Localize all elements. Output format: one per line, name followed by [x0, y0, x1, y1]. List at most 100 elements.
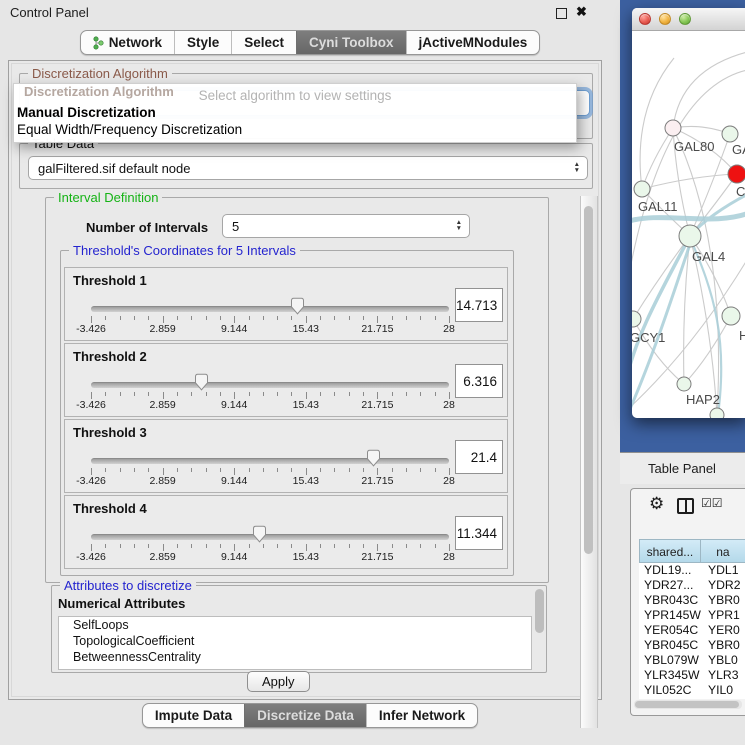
network-node-h[interactable] — [722, 307, 740, 325]
tick-mark — [334, 468, 335, 472]
popup-item-manual-discretization[interactable]: Manual Discretization — [17, 105, 156, 120]
tab-discretize-data[interactable]: Discretize Data — [244, 704, 366, 727]
number-of-intervals-combobox[interactable]: 5 ▲ ▼ — [222, 214, 470, 238]
numerical-attributes-list[interactable]: SelfLoopsTopologicalCoefficientBetweenne… — [58, 616, 532, 670]
table-data-combobox[interactable]: galFiltered.sif default node ▲ ▼ — [28, 156, 588, 180]
content-vertical-scrollbar[interactable] — [580, 196, 598, 728]
node-label-hap2: HAP2 — [686, 392, 720, 407]
float-icon[interactable] — [556, 8, 567, 19]
tick-mark — [277, 316, 278, 320]
tick-mark — [406, 316, 407, 320]
tick-mark — [435, 316, 436, 320]
gear-icon[interactable]: ⚙ — [649, 494, 664, 514]
table-header-row: shared... na — [639, 539, 745, 563]
tick-mark — [249, 544, 250, 548]
spinner-arrows-icon[interactable]: ▲ ▼ — [574, 162, 580, 174]
tab-label: Infer Network — [379, 708, 465, 723]
slider-thumb[interactable] — [290, 297, 305, 315]
table-row[interactable]: YPR145WYPR1 — [639, 608, 745, 623]
tab-select[interactable]: Select — [231, 31, 296, 54]
tick-mark — [392, 316, 393, 320]
network-node-gal11[interactable] — [634, 181, 650, 197]
tick-mark — [449, 392, 450, 399]
slider-track[interactable] — [91, 306, 449, 312]
close-traffic-light-icon[interactable] — [639, 13, 651, 25]
network-node[interactable] — [710, 408, 724, 418]
apply-button[interactable]: Apply — [247, 671, 310, 692]
tick-mark — [420, 392, 421, 396]
threshold-value-field[interactable]: 21.4 — [455, 440, 503, 474]
node-label-ga: GA — [732, 142, 745, 157]
slider-track[interactable] — [91, 534, 449, 540]
tick-mark — [206, 392, 207, 396]
tick-label: 28 — [443, 399, 455, 411]
minimize-traffic-light-icon[interactable] — [659, 13, 671, 25]
column-header-shared-name[interactable]: shared... — [639, 539, 701, 563]
attribute-item-topologicalcoefficient[interactable]: TopologicalCoefficient — [59, 633, 531, 649]
table-row[interactable]: YLR345WYLR3 — [639, 668, 745, 683]
network-node-hap2[interactable] — [677, 377, 691, 391]
select-columns-icons[interactable]: ☑☑ — [701, 496, 723, 510]
content-scrollbar-thumb[interactable] — [584, 206, 593, 554]
network-node-gal80[interactable] — [665, 120, 681, 136]
close-icon[interactable]: ✖ — [576, 4, 587, 20]
table-row[interactable]: YBR043CYBR0 — [639, 593, 745, 608]
table-row[interactable]: YIL052CYIL0 — [639, 683, 745, 698]
tab-style[interactable]: Style — [174, 31, 231, 54]
threshold-value-field[interactable]: 6.316 — [455, 364, 503, 398]
attribute-item-betweennesscentrality[interactable]: BetweennessCentrality — [59, 649, 531, 665]
table-row[interactable]: YDL19...YDL1 — [639, 563, 745, 578]
slider-track[interactable] — [91, 458, 449, 464]
interval-definition-title: Interval Definition — [54, 190, 162, 205]
tick-label: 28 — [443, 323, 455, 335]
tab-impute-data[interactable]: Impute Data — [143, 704, 244, 727]
number-of-intervals-value: 5 — [232, 219, 239, 234]
table-data-combobox-value: galFiltered.sif default node — [38, 161, 190, 176]
network-node-ga[interactable] — [722, 126, 738, 142]
tab-infer-network[interactable]: Infer Network — [366, 704, 477, 727]
network-icon — [93, 36, 104, 50]
threshold-value-field[interactable]: 14.713 — [455, 288, 503, 322]
network-node-gcy1[interactable] — [632, 311, 641, 327]
popup-item-equal-width-frequency[interactable]: Equal Width/Frequency Discretization — [17, 122, 242, 137]
thresholds-group-title: Threshold's Coordinates for 5 Intervals — [69, 243, 300, 258]
tab-jactivemnodules[interactable]: jActiveMNodules — [406, 31, 540, 54]
attribute-item-selfloops[interactable]: SelfLoops — [59, 617, 531, 633]
table-row[interactable]: YDR27...YDR2 — [639, 578, 745, 593]
network-node-c[interactable] — [728, 165, 745, 183]
network-canvas[interactable]: GAL80GACGAL11GAL4GCY1HHAP2 — [632, 30, 745, 418]
tab-network[interactable]: Network — [81, 31, 174, 54]
node-table: shared... na YDL19...YDL1YDR27...YDR2YBR… — [639, 539, 745, 699]
spinner-arrows-icon[interactable]: ▲ ▼ — [456, 220, 462, 232]
network-window[interactable]: GAL80GACGAL11GAL4GCY1HHAP2 — [632, 8, 745, 418]
tick-mark — [334, 544, 335, 548]
slider-thumb[interactable] — [366, 449, 381, 467]
table-row[interactable]: YER054CYER0 — [639, 623, 745, 638]
attributes-list-scrollbar-thumb[interactable] — [535, 589, 544, 633]
tick-mark — [435, 392, 436, 396]
tick-mark — [220, 392, 221, 396]
popup-placeholder-item[interactable]: Select algorithm to view settings — [14, 88, 576, 103]
table-row[interactable]: YBR045CYBR0 — [639, 638, 745, 653]
slider-thumb[interactable] — [194, 373, 209, 391]
threshold-value-field[interactable]: 11.344 — [455, 516, 503, 550]
zoom-traffic-light-icon[interactable] — [679, 13, 691, 25]
table-panel-title: Table Panel — [648, 461, 716, 476]
column-layout-icon[interactable] — [677, 498, 694, 514]
threshold-row-threshold-1: Threshold 1-3.4262.8599.14415.4321.71528… — [64, 267, 508, 341]
attributes-list-scrollbar[interactable] — [534, 588, 545, 636]
tick-mark — [91, 468, 92, 475]
tick-label: 15.43 — [293, 475, 319, 487]
column-header-name[interactable]: na — [701, 539, 745, 563]
tick-mark — [163, 316, 164, 323]
table-horizontal-scrollbar[interactable] — [634, 700, 742, 709]
slider-track[interactable] — [91, 382, 449, 388]
table-row[interactable]: YBL079WYBL0 — [639, 653, 745, 668]
table-scrollbar-thumb[interactable] — [635, 701, 739, 708]
tick-mark — [291, 468, 292, 472]
slider-thumb[interactable] — [252, 525, 267, 543]
tab-cyni-toolbox[interactable]: Cyni Toolbox — [296, 31, 406, 54]
table-panel: ⚙ ☑☑ shared... na YDL19...YDL1YDR27...YD… — [630, 488, 745, 716]
tick-mark — [406, 544, 407, 548]
network-node-gal4[interactable] — [679, 225, 701, 247]
